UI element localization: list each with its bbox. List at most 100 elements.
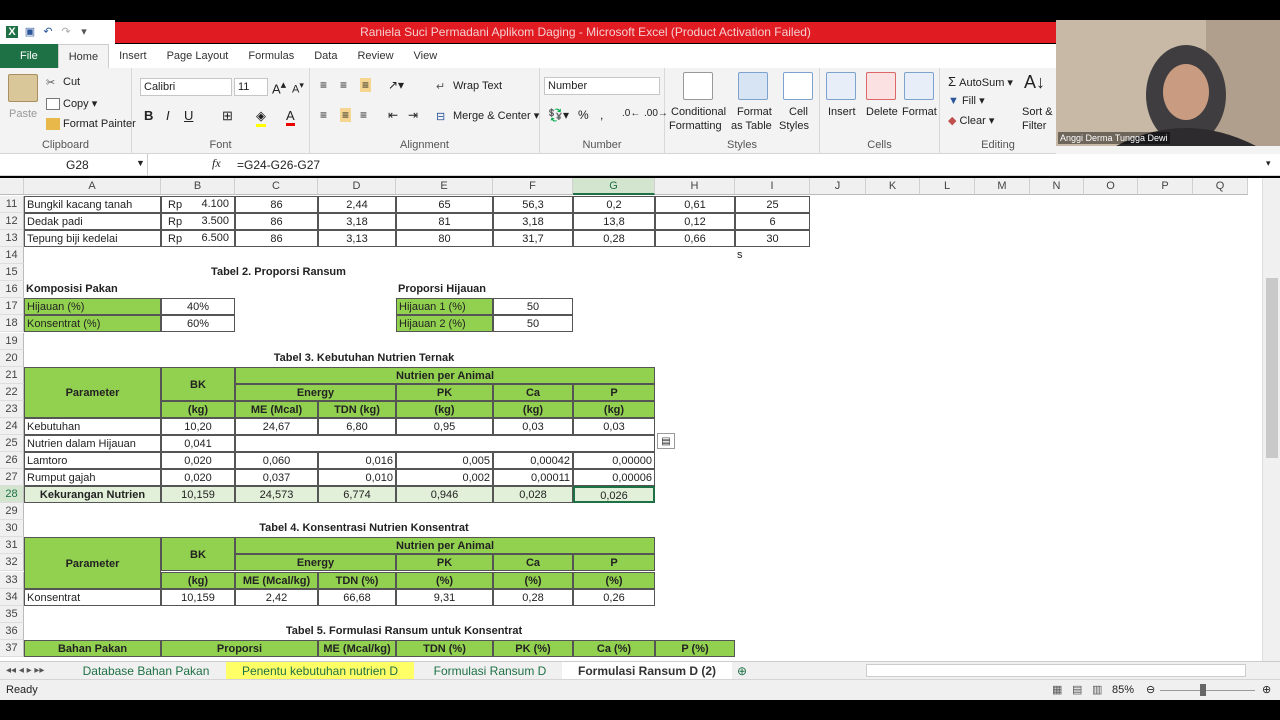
percent-icon[interactable]: % xyxy=(578,108,589,122)
row-header-18[interactable]: 18 xyxy=(0,315,24,332)
column-header-k[interactable]: K xyxy=(866,178,920,195)
row-header-14[interactable]: 14 xyxy=(0,247,24,264)
align-left-icon[interactable]: ≡ xyxy=(320,108,327,122)
cell-d24[interactable]: 6,80 xyxy=(318,418,396,435)
cell-a16[interactable]: Komposisi Pakan xyxy=(24,281,161,298)
cell-b24[interactable]: 10,20 xyxy=(161,418,235,435)
merge-center-button[interactable]: ⊟ Merge & Center ▾ xyxy=(436,109,539,123)
cell-h11[interactable]: 0,61 xyxy=(655,196,735,213)
font-color-icon[interactable]: A xyxy=(286,108,295,126)
cell-a28[interactable]: Kekurangan Nutrien xyxy=(24,486,161,503)
cell-a26[interactable]: Lamtoro xyxy=(24,452,161,469)
delete-cells-icon[interactable] xyxy=(866,72,896,100)
insert-cells-button[interactable]: Insert xyxy=(828,106,856,118)
tab-review[interactable]: Review xyxy=(347,44,403,68)
row-header-19[interactable]: 19 xyxy=(0,333,24,350)
align-center-icon[interactable]: ≡ xyxy=(340,108,352,122)
cell-c22-energy[interactable]: Energy xyxy=(235,384,396,401)
cell-c25-empty[interactable] xyxy=(235,435,655,452)
cell-d13[interactable]: 3,13 xyxy=(318,230,396,247)
tab-data[interactable]: Data xyxy=(304,44,347,68)
cell-b27[interactable]: 0,020 xyxy=(161,469,235,486)
conditional-formatting-label2[interactable]: Formatting xyxy=(669,120,722,132)
cell-g34[interactable]: 0,26 xyxy=(573,589,655,606)
cell-c11[interactable]: 86 xyxy=(235,196,318,213)
cell-c33[interactable]: ME (Mcal/kg) xyxy=(235,572,318,589)
column-header-m[interactable]: M xyxy=(975,178,1030,195)
cell-e13[interactable]: 80 xyxy=(396,230,493,247)
row-header-37[interactable]: 37 xyxy=(0,640,24,657)
cell-styles-label[interactable]: Cell xyxy=(789,106,808,118)
zoom-in-icon[interactable]: ⊕ xyxy=(1262,680,1271,701)
cell-c12[interactable]: 86 xyxy=(235,213,318,230)
cell-d11[interactable]: 2,44 xyxy=(318,196,396,213)
autosum-button[interactable]: Σ AutoSum ▾ xyxy=(948,74,1013,89)
cell-f12[interactable]: 3,18 xyxy=(493,213,573,230)
cell-g27[interactable]: 0,00006 xyxy=(573,469,655,486)
column-header-b[interactable]: B xyxy=(161,178,235,195)
tab-page-layout[interactable]: Page Layout xyxy=(157,44,239,68)
new-sheet-icon[interactable]: ⊕ xyxy=(734,662,750,680)
cell-a31-parameter[interactable]: Parameter xyxy=(24,537,161,589)
conditional-formatting-label[interactable]: Conditional xyxy=(671,106,726,118)
column-header-a[interactable]: A xyxy=(24,178,161,195)
cell-c13[interactable]: 86 xyxy=(235,230,318,247)
column-header-p[interactable]: P xyxy=(1138,178,1193,195)
cell-f17[interactable]: 50 xyxy=(493,298,573,315)
cell-b21-bk[interactable]: BK xyxy=(161,367,235,401)
row-header-24[interactable]: 24 xyxy=(0,418,24,435)
formula-input[interactable]: =G24-G26-G27 xyxy=(237,154,320,176)
vertical-scrollbar[interactable] xyxy=(1262,178,1280,661)
cell-c24[interactable]: 24,67 xyxy=(235,418,318,435)
row-header-13[interactable]: 13 xyxy=(0,230,24,247)
decrease-indent-icon[interactable]: ⇤ xyxy=(388,108,398,122)
cell-f13[interactable]: 31,7 xyxy=(493,230,573,247)
horizontal-scrollbar[interactable] xyxy=(866,664,1246,677)
cell-f23[interactable]: (kg) xyxy=(493,401,573,418)
row-header-25[interactable]: 25 xyxy=(0,435,24,452)
cell-b12[interactable]: 3.500 xyxy=(161,213,235,230)
cell-e12[interactable]: 81 xyxy=(396,213,493,230)
redo-icon[interactable]: ↷ xyxy=(60,26,72,38)
save-icon[interactable]: ▣ xyxy=(24,26,36,38)
paste-button[interactable]: Paste xyxy=(9,108,37,120)
cell-d34[interactable]: 66,68 xyxy=(318,589,396,606)
column-header-j[interactable]: J xyxy=(810,178,866,195)
tab-home[interactable]: Home xyxy=(57,44,110,68)
sort-filter-icon[interactable]: A↓ xyxy=(1024,72,1045,93)
format-cells-button[interactable]: Format xyxy=(902,106,937,118)
cell-e23[interactable]: (kg) xyxy=(396,401,493,418)
cell-i12[interactable]: 6 xyxy=(735,213,810,230)
cell-f22-ca[interactable]: Ca xyxy=(493,384,573,401)
comma-icon[interactable]: , xyxy=(600,108,603,122)
cell-g13[interactable]: 0,28 xyxy=(573,230,655,247)
cell-g22-p[interactable]: P xyxy=(573,384,655,401)
sort-filter-label[interactable]: Sort & xyxy=(1022,106,1053,118)
column-header-h[interactable]: H xyxy=(655,178,735,195)
cell-c21-nutrien[interactable]: Nutrien per Animal xyxy=(235,367,655,384)
cell-c32-energy[interactable]: Energy xyxy=(235,554,396,571)
tab-file[interactable]: File xyxy=(0,44,58,68)
format-as-table-label[interactable]: Format xyxy=(737,106,772,118)
number-format-select[interactable]: Number xyxy=(544,77,660,95)
cell-e17[interactable]: Hijauan 1 (%) xyxy=(396,298,493,315)
zoom-out-icon[interactable]: ⊖ xyxy=(1146,680,1155,701)
sheet-nav-arrows[interactable]: ◂◂ ◂ ▸ ▸▸ xyxy=(6,662,44,680)
bold-icon[interactable]: B xyxy=(144,108,153,123)
cell-e34[interactable]: 9,31 xyxy=(396,589,493,606)
format-as-table-icon[interactable] xyxy=(738,72,768,100)
column-header-c[interactable]: C xyxy=(235,178,318,195)
row-header-21[interactable]: 21 xyxy=(0,367,24,384)
format-cells-icon[interactable] xyxy=(904,72,934,100)
currency-icon[interactable]: 💱▾ xyxy=(548,108,569,122)
cell-a18[interactable]: Konsentrat (%) xyxy=(24,315,161,332)
cell-a24[interactable]: Kebutuhan xyxy=(24,418,161,435)
cell-b37[interactable]: Proporsi xyxy=(161,640,318,657)
column-header-e[interactable]: E xyxy=(396,178,493,195)
cell-d37[interactable]: ME (Mcal/kg) xyxy=(318,640,396,657)
cell-i14[interactable]: s xyxy=(735,247,810,264)
table3-title[interactable]: Tabel 3. Kebutuhan Nutrien Ternak xyxy=(235,350,493,367)
cell-f27[interactable]: 0,00011 xyxy=(493,469,573,486)
cell-b18[interactable]: 60% xyxy=(161,315,235,332)
cell-g37[interactable]: Ca (%) xyxy=(573,640,655,657)
